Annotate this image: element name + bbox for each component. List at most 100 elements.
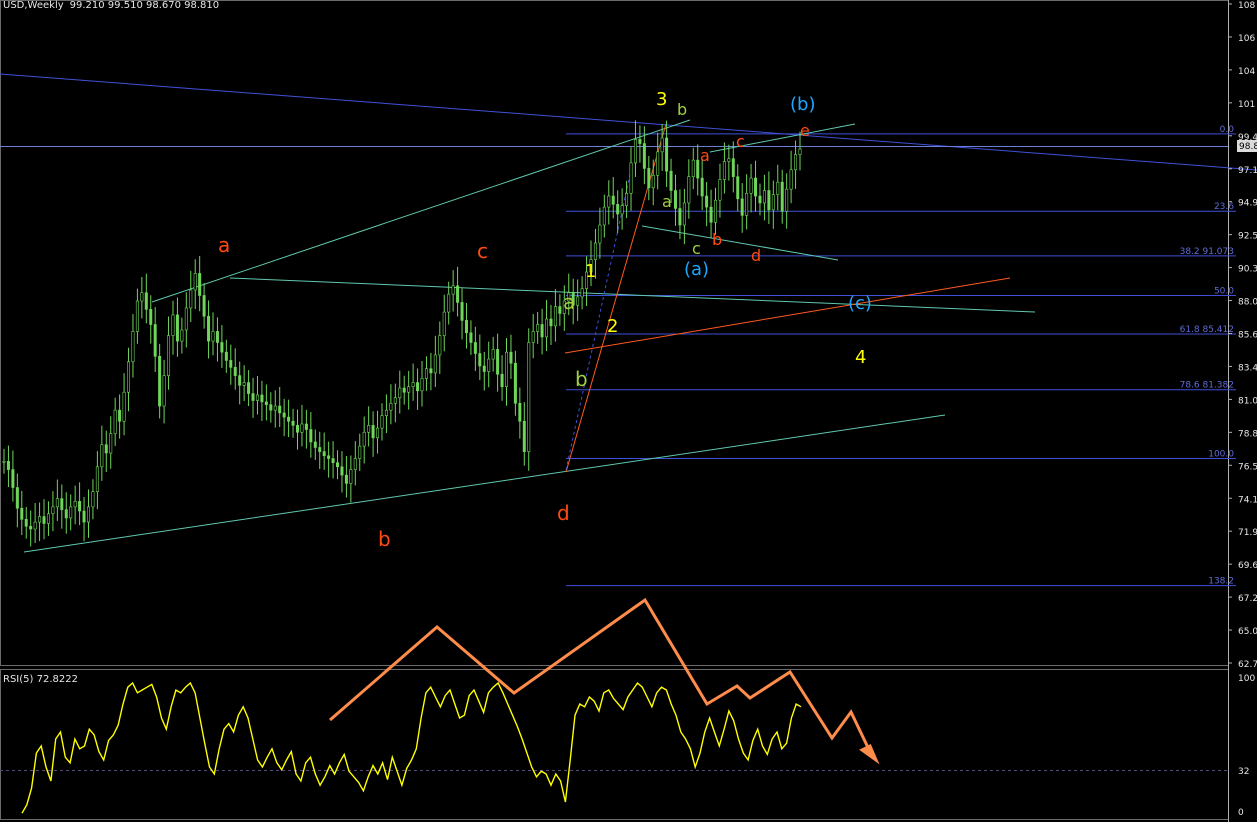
candle-body (300, 423, 304, 433)
price-tick-label: 74.1 (1238, 495, 1257, 505)
candle-body (118, 409, 122, 422)
candle-body (491, 349, 495, 360)
wave-label-d-small: d (751, 246, 761, 265)
candle-body (518, 402, 522, 422)
candle-body (24, 519, 28, 527)
candle-body (718, 179, 722, 201)
candle-body (113, 409, 117, 434)
candle-body (127, 361, 131, 393)
price-tick-label: 67.2 (1238, 594, 1257, 604)
candle-body (549, 318, 553, 327)
fib-level-label: 78.6 81.382 (1180, 381, 1234, 391)
candle-body (269, 404, 273, 411)
price-tick-label: 81.0 (1238, 396, 1257, 406)
candle-body (673, 190, 677, 209)
rsi-title: RSI(5) 72.8222 (3, 674, 78, 685)
candle-body (602, 206, 606, 226)
candle-body (220, 342, 224, 353)
wave-label-b-green: b (575, 367, 588, 391)
candle-body (482, 365, 486, 372)
wave-label-c-minor: c (692, 239, 701, 258)
candle-body (616, 204, 620, 215)
fib-level-label: 138.2 (1208, 577, 1234, 587)
rsi-tick-100: 100 (1238, 674, 1255, 684)
candle-body (402, 387, 406, 393)
wave-labels: a b c d a b 1 2 3 a b c (a) a b c d e (b… (218, 89, 872, 551)
candle-body (91, 491, 95, 508)
candle-body (576, 296, 580, 306)
candle-body (496, 349, 500, 375)
candle-body (464, 320, 468, 334)
projected-path (329, 597, 880, 765)
candle-body (780, 181, 784, 212)
wave-label-d-major: d (557, 501, 570, 525)
candle-body (660, 137, 664, 153)
candle-body (407, 386, 411, 393)
candle-body (638, 139, 642, 144)
wave-label-b-small: b (712, 230, 722, 249)
candle-body (171, 314, 175, 336)
rsi-tick-0: 0 (1238, 808, 1244, 818)
candle-body (416, 382, 420, 392)
ohlc-text: 99.210 99.510 98.670 98.810 (70, 0, 220, 11)
candle-body (233, 367, 237, 376)
candle-body (389, 402, 393, 411)
candle-body (6, 460, 10, 470)
candle-body (198, 273, 202, 296)
fib-level-label: 38.2 91.073 (1180, 247, 1234, 257)
candle-body (700, 177, 704, 197)
price-tick-label: 104 (1238, 67, 1255, 77)
candle-body (380, 415, 384, 429)
long-resistance-line (0, 73, 1257, 171)
candle-body (473, 342, 477, 354)
candle-body (158, 355, 162, 407)
candle-body (758, 195, 762, 204)
price-tick-label: 69.6 (1238, 561, 1257, 571)
candle-body (580, 288, 584, 298)
candle-body (611, 195, 615, 205)
candle-body (149, 309, 153, 325)
rsi-tick-32: 32 (1238, 767, 1249, 777)
candle-body (353, 458, 357, 470)
trend-lines (0, 73, 1257, 553)
candle-body (180, 329, 184, 342)
candle-body (376, 427, 380, 439)
horizontal-channel-line (229, 277, 1036, 313)
rsi-line (21, 681, 802, 814)
candle-body (384, 409, 388, 417)
candle-body (309, 429, 313, 443)
candle-body (100, 444, 104, 468)
candle-body (202, 295, 206, 317)
candle-body (86, 506, 90, 523)
candle-body (429, 368, 433, 374)
candle-body (513, 362, 517, 404)
wave-label-e-small: e (800, 121, 810, 140)
candle-body (358, 445, 362, 459)
candle-body (64, 509, 68, 519)
candle-body (478, 353, 482, 367)
candle-body (656, 151, 660, 176)
candle-body (104, 444, 108, 454)
candle-body (211, 331, 215, 342)
candle-body (322, 451, 326, 457)
candle-body (651, 175, 655, 189)
candle-body (696, 159, 700, 179)
price-tick-label: 85.6 (1238, 331, 1257, 341)
wave-label-b-major: b (378, 527, 391, 551)
wave-label-paren-a: (a) (684, 259, 709, 280)
candle-body (29, 525, 33, 530)
candle-body (438, 335, 442, 356)
candle-body (705, 195, 709, 208)
candle-body (620, 205, 624, 215)
price-tick-label: 62.7 (1238, 660, 1257, 670)
fib-level-label: 61.8 85.412 (1180, 325, 1234, 335)
fib-level-label: 23.6 (1214, 202, 1234, 212)
current-price-label: 98.8 (1239, 142, 1257, 152)
candle-body (42, 516, 46, 524)
symbol-title: USD,Weekly 99.210 99.510 98.670 98.810 (3, 0, 219, 11)
price-tick-label: 71.9 (1238, 528, 1257, 538)
impulse-line (565, 123, 667, 473)
projected-path-line (329, 597, 874, 757)
candle-body (785, 188, 789, 212)
candle-body (131, 331, 135, 363)
